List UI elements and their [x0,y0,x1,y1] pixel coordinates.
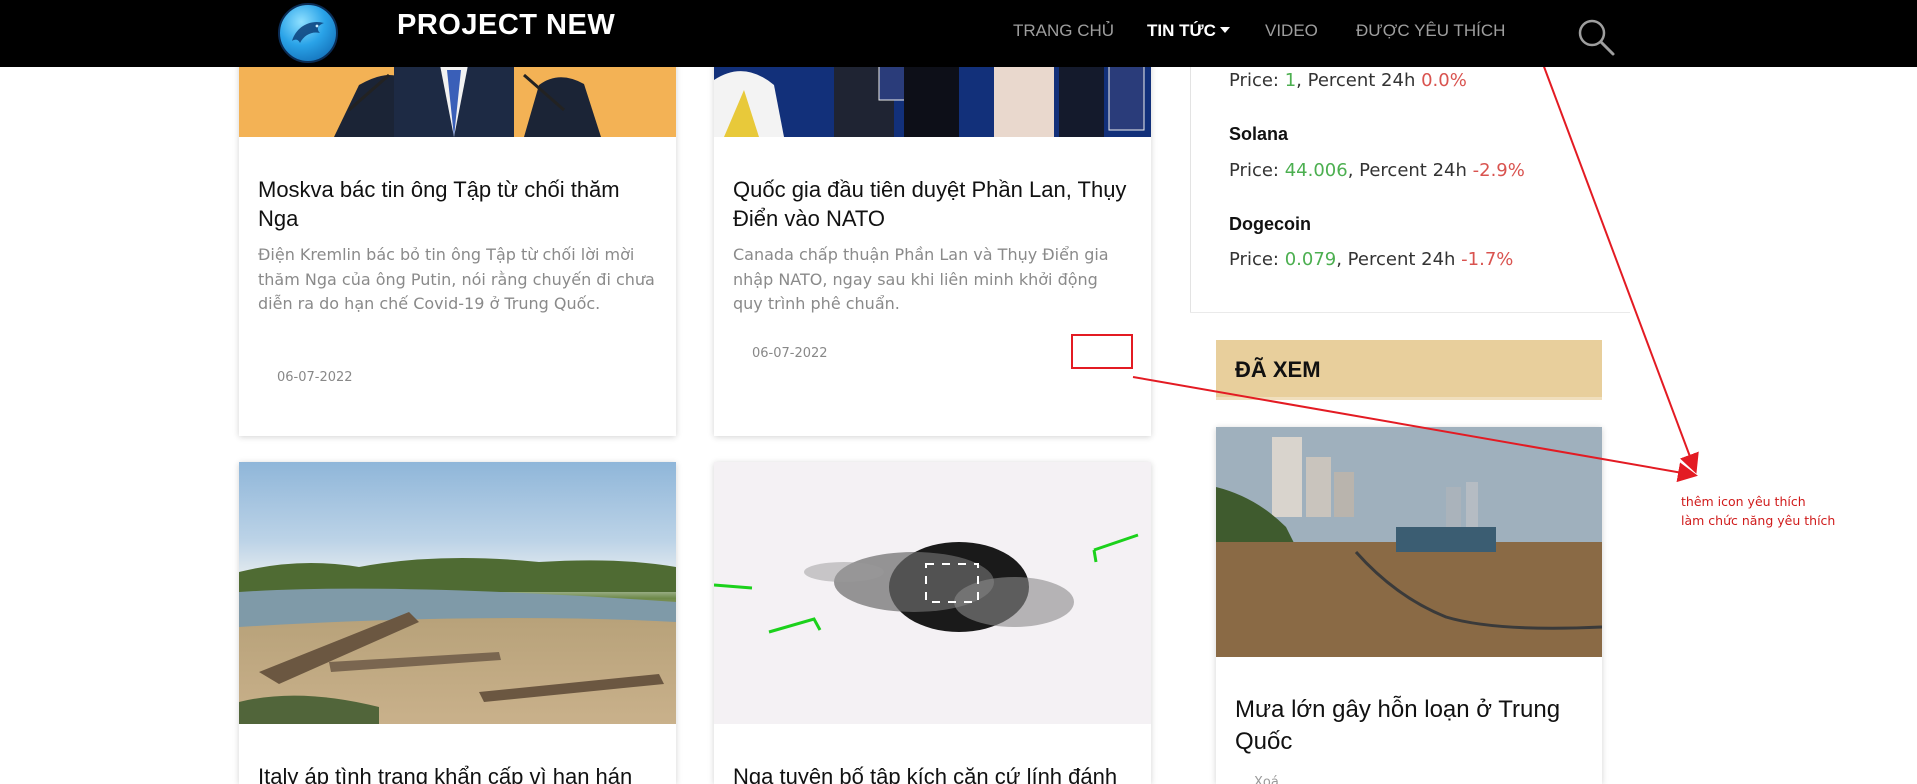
sidebar-separator [1190,312,1630,313]
news-title[interactable]: Quốc gia đầu tiên duyệt Phần Lan, Thụy Đ… [733,175,1133,233]
coin-price: 0.079 [1284,249,1337,270]
coin-price: 1 [1284,70,1297,91]
dolphin-logo-icon[interactable] [278,3,338,63]
price-label: Price: [1229,160,1285,181]
coin-percent: -1.7% [1461,249,1514,270]
caret-down-icon [1219,27,1230,33]
top-navbar: PROJECT NEW TRANG CHỦ TIN TỨC VIDEO ĐƯỢC… [0,0,1917,67]
news-card[interactable]: Nga tuyên bố tập kích căn cứ lính đánh [714,462,1151,784]
nav-news-label: TIN TỨC [1147,21,1216,40]
percent-label: , Percent 24h [1296,70,1422,91]
annotation-box-card-icon-spot [1071,334,1133,369]
news-card[interactable]: Italy áp tình trạng khẩn cấp vì hạn hán [239,462,676,784]
seen-heading: ĐÃ XEM [1235,357,1321,382]
coin-name: Dogecoin [1229,214,1312,234]
seen-item-card[interactable]: Mưa lớn gây hỗn loạn ở Trung Quốc Xoá [1216,427,1602,784]
annotation-note: thêm icon yêu thích [1681,494,1806,509]
seen-section-header: ĐÃ XEM [1216,340,1602,400]
news-card[interactable]: Quốc gia đầu tiên duyệt Phần Lan, Thụy Đ… [714,50,1151,436]
nav-video[interactable]: VIDEO [1265,21,1318,41]
seen-delete-link[interactable]: Xoá [1254,775,1279,784]
price-label: Price: [1229,249,1285,270]
coin-price-line: Price: 1, Percent 24h 0.0% [1229,70,1467,91]
news-date: 06-07-2022 [277,370,353,385]
news-card[interactable]: Moskva bác tin ông Tập từ chối thăm Nga … [239,50,676,436]
news-image[interactable] [714,462,1151,724]
news-title[interactable]: Italy áp tình trạng khẩn cấp vì hạn hán [258,762,658,784]
news-description: Điện Kremlin bác bỏ tin ông Tập từ chối … [258,245,655,313]
coin-price: 44.006 [1284,160,1348,181]
coin-price-line: Price: 44.006, Percent 24h -2.9% [1229,160,1525,181]
news-description: Canada chấp thuận Phần Lan và Thụy Điển … [733,245,1109,313]
news-date: 06-07-2022 [752,346,828,361]
coin-name: Solana [1229,124,1289,144]
coin-price-line: Price: 0.079, Percent 24h -1.7% [1229,249,1513,270]
price-label: Price: [1229,70,1285,91]
news-image[interactable] [239,462,676,724]
annotation-note: làm chức năng yêu thích [1681,513,1836,528]
nav-home[interactable]: TRANG CHỦ [1013,21,1114,41]
percent-label: , Percent 24h [1347,160,1473,181]
news-title[interactable]: Nga tuyên bố tập kích căn cứ lính đánh [733,762,1133,784]
seen-item-image[interactable] [1216,427,1602,657]
coin-percent: 0.0% [1421,70,1467,91]
percent-label: , Percent 24h [1336,249,1462,270]
seen-item-title[interactable]: Mưa lớn gây hỗn loạn ở Trung Quốc [1235,694,1588,758]
coin-percent: -2.9% [1472,160,1525,181]
sidebar-divider [1190,67,1191,312]
brand-name[interactable]: PROJECT NEW [397,9,615,42]
news-title[interactable]: Moskva bác tin ông Tập từ chối thăm Nga [258,175,658,233]
nav-news-dropdown[interactable]: TIN TỨC [1147,21,1230,41]
nav-favorites[interactable]: ĐƯỢC YÊU THÍCH [1356,21,1505,41]
search-icon[interactable] [1576,17,1616,57]
